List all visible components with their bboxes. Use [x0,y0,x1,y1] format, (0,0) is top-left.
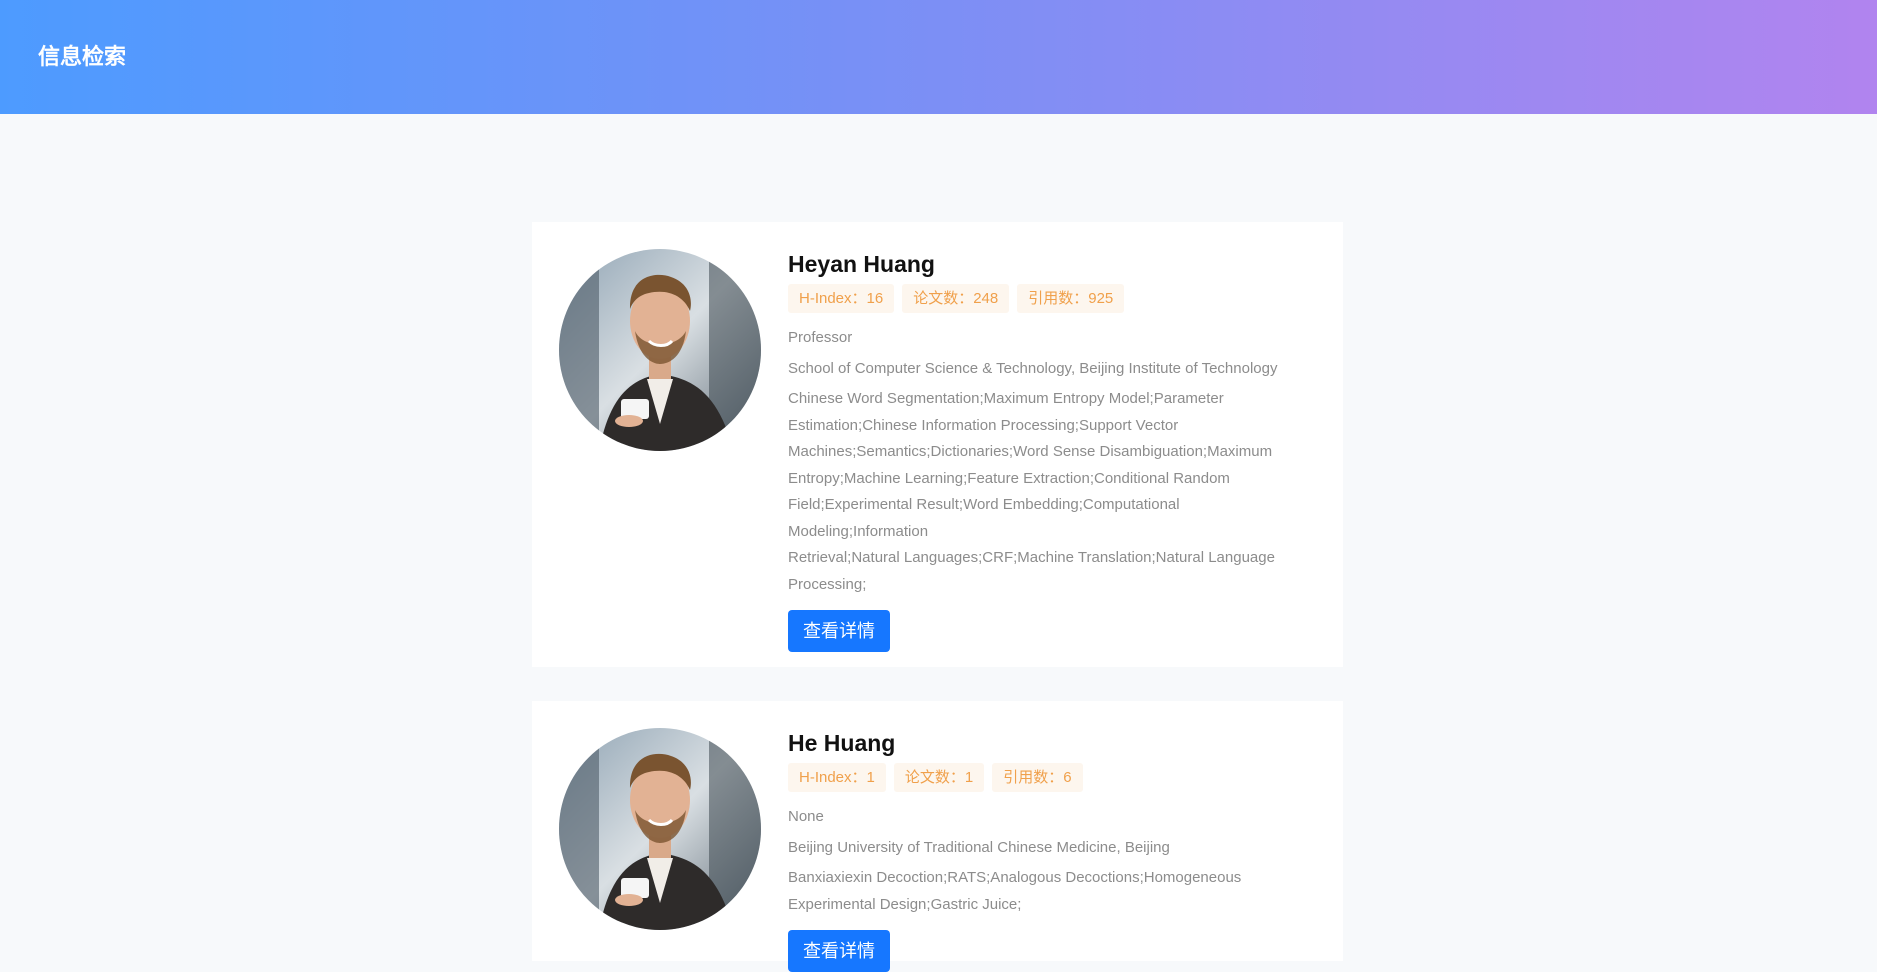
position-text: Professor [788,329,853,346]
interests-line: Banxiaxiexin Decoction;RATS;Analogous De… [788,869,1242,886]
avatar[interactable] [559,728,761,930]
interests-line: Estimation;Chinese Information Processin… [788,416,1179,434]
researcher-name[interactable]: Heyan Huang [788,250,1318,278]
page-title: 信息检索 [38,44,127,69]
result-info: He Huang H-Index：1 论文数：1 引用数：6 None Beij… [788,729,1318,972]
result-info: Heyan Huang H-Index：16 论文数：248 引用数：925 P… [788,250,1318,652]
interests-line: Chinese Word Segmentation;Maximum Entrop… [788,390,1224,407]
citation-count-badge: 引用数：6 [992,763,1083,792]
position-text: None [788,808,824,825]
interests-line: Retrieval;Natural Languages;CRF;Machine … [788,549,1275,566]
interests-line: Machines;Semantics;Dictionaries;Word Sen… [788,443,1273,460]
avatar[interactable] [559,249,761,451]
person-with-coffee-icon [559,249,761,451]
interests-line: Processing; [788,575,867,593]
person-with-coffee-icon [559,728,761,930]
view-details-button[interactable]: 查看详情 [788,930,890,972]
interests-line: Experimental Design;Gastric Juice; [788,895,1022,913]
interests-text: Chinese Word Segmentation;Maximum Entrop… [788,386,1318,598]
h-index-badge: H-Index：16 [788,284,895,313]
affiliation-text: Beijing University of Traditional Chines… [788,838,1170,856]
stats-row: H-Index：1 论文数：1 引用数：6 [788,763,1318,792]
paper-count-badge: 论文数：1 [893,763,985,792]
interests-line: Entropy;Machine Learning;Feature Extract… [788,469,1230,487]
interests-text: Banxiaxiexin Decoction;RATS;Analogous De… [788,865,1318,918]
affiliation-text: School of Computer Science & Technology,… [788,359,1278,377]
result-card: Heyan Huang H-Index：16 论文数：248 引用数：925 P… [532,222,1343,667]
page-header: 信息检索 [0,0,1877,114]
interests-line: Field;Experimental Result;Word Embedding… [788,496,1180,540]
result-card: He Huang H-Index：1 论文数：1 引用数：6 None Beij… [532,701,1343,972]
citation-count-badge: 引用数：925 [1017,284,1125,313]
stats-row: H-Index：16 论文数：248 引用数：925 [788,284,1318,313]
h-index-badge: H-Index：1 [788,763,886,792]
view-details-button[interactable]: 查看详情 [788,610,890,652]
paper-count-badge: 论文数：248 [902,284,1010,313]
researcher-name[interactable]: He Huang [788,729,1318,757]
